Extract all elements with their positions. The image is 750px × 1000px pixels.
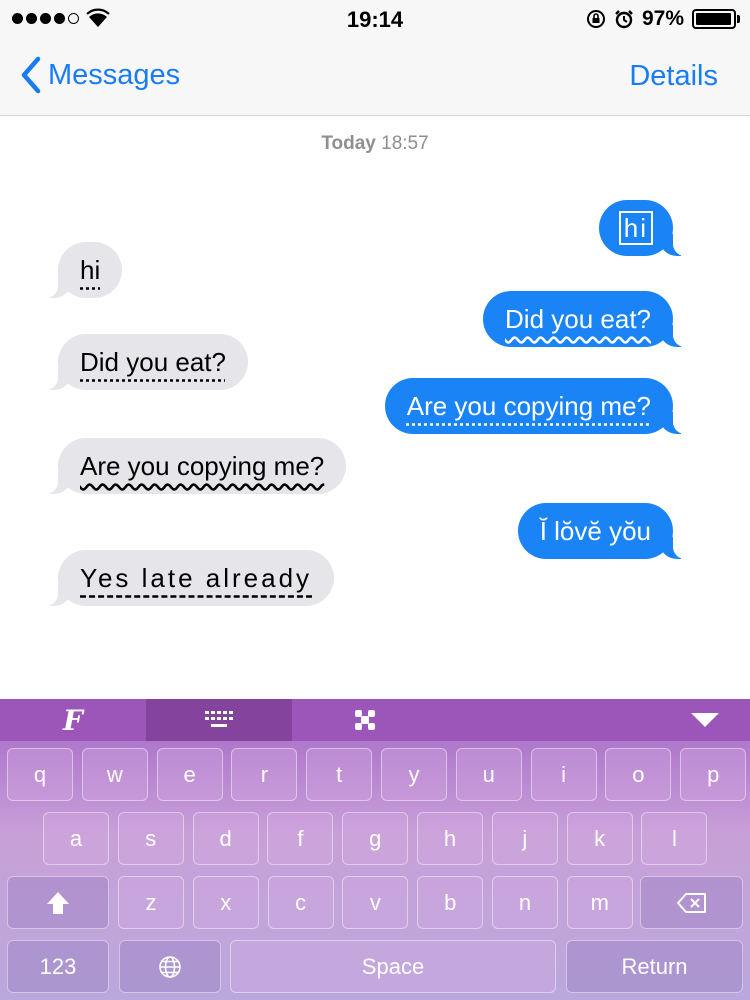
space-key[interactable]: Space: [230, 940, 556, 993]
outgoing-message[interactable]: hi: [598, 200, 688, 256]
dismiss-keyboard-icon: [691, 713, 719, 727]
fonts-icon: F: [63, 703, 83, 737]
fonts-tab[interactable]: F: [0, 699, 146, 741]
globe-icon: [159, 955, 181, 978]
navigation-bar: Messages Details: [0, 40, 750, 116]
key-k[interactable]: k: [566, 812, 633, 865]
back-button-label: Messages: [48, 58, 181, 91]
return-key[interactable]: Return: [566, 940, 743, 993]
status-bar: 19:14 97%: [0, 0, 750, 40]
back-button[interactable]: Messages: [20, 56, 180, 94]
shift-icon: [47, 891, 69, 914]
timestamp-day: Today: [321, 133, 376, 154]
delete-icon: [676, 892, 706, 913]
emoji-tab[interactable]: [292, 699, 438, 741]
shift-key[interactable]: [7, 876, 109, 929]
key-d[interactable]: d: [192, 812, 259, 865]
key-z[interactable]: z: [118, 876, 184, 929]
key-j[interactable]: j: [491, 812, 558, 865]
dismiss-keyboard-button[interactable]: [660, 699, 750, 741]
key-b[interactable]: b: [417, 876, 484, 929]
key-x[interactable]: x: [192, 876, 259, 929]
globe-key[interactable]: [119, 940, 221, 993]
key-l[interactable]: l: [641, 812, 708, 865]
keyboard: F qwer t y u i o p a s d f g h j k l z x…: [0, 699, 750, 1000]
key-u[interactable]: u: [455, 748, 522, 801]
orientation-lock-icon: [586, 10, 605, 28]
key-m[interactable]: m: [566, 876, 633, 929]
key-t[interactable]: t: [306, 748, 373, 801]
details-button[interactable]: Details: [629, 60, 718, 93]
keyboard-tab[interactable]: [146, 699, 292, 741]
keyboard-toolbar: F: [0, 699, 750, 741]
delete-key[interactable]: [640, 876, 743, 929]
conversation-timestamp: Today 18:57: [0, 133, 750, 155]
battery-icon: [692, 9, 740, 29]
key-g[interactable]: g: [342, 812, 409, 865]
key-w[interactable]: w: [81, 748, 148, 801]
key-f[interactable]: f: [267, 812, 334, 865]
key-e[interactable]: e: [156, 748, 223, 801]
incoming-message[interactable]: Did you eat?: [44, 334, 248, 390]
key-h[interactable]: h: [417, 812, 483, 865]
chevron-left-icon: [21, 56, 41, 94]
outgoing-message[interactable]: Are you copying me?: [384, 378, 688, 434]
timestamp-time: 18:57: [381, 133, 429, 154]
battery-percent: 97%: [641, 7, 684, 30]
incoming-message[interactable]: Yes late already: [43, 550, 335, 606]
outgoing-message[interactable]: Did you eat?: [483, 291, 687, 347]
keyboard-icon: [205, 711, 233, 727]
key-y[interactable]: y: [381, 748, 447, 801]
key-i[interactable]: i: [530, 748, 597, 801]
key-a[interactable]: a: [43, 812, 109, 865]
key-s[interactable]: s: [117, 812, 184, 865]
key-q[interactable]: q: [7, 748, 73, 801]
outgoing-message[interactable]: Ĭ lŏvĕ yŏu: [517, 503, 688, 559]
numbers-key[interactable]: 123: [7, 940, 109, 993]
incoming-message[interactable]: hi: [43, 242, 123, 298]
key-c[interactable]: c: [267, 876, 334, 929]
key-o[interactable]: o: [605, 748, 672, 801]
alarm-icon: [615, 10, 633, 29]
emoji-icon: [355, 710, 375, 730]
incoming-message[interactable]: Are you copying me?: [43, 438, 347, 494]
key-v[interactable]: v: [342, 876, 409, 929]
key-r[interactable]: r: [231, 748, 298, 801]
key-p[interactable]: p: [680, 748, 747, 801]
key-n[interactable]: n: [492, 876, 558, 929]
